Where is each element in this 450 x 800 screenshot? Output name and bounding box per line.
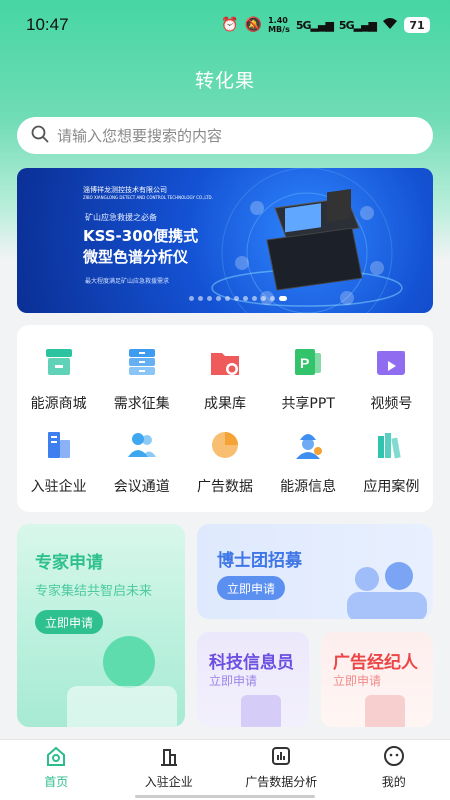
carousel-dot[interactable]	[252, 296, 257, 301]
status-bar: 10:47 ⏰ 🔕 1.40 MB/s 5G▂▄▆ 5G▂▄▆ 71	[0, 0, 450, 50]
drawers-icon	[125, 345, 159, 379]
net-speed: 1.40 MB/s	[268, 16, 290, 34]
alarm-icon: ⏰	[221, 17, 239, 33]
feature-item-label: 视频号	[370, 396, 413, 412]
banner-headline-2: 微型色谱分析仪	[83, 248, 189, 266]
feature-item-label: 入驻企业	[30, 479, 87, 495]
carousel-dot[interactable]	[198, 296, 203, 301]
ad-illustration	[365, 695, 405, 727]
feature-item-label: 成果库	[203, 396, 246, 412]
feature-item-label: 应用案例	[363, 479, 420, 495]
wifi-icon	[382, 17, 398, 34]
nav-item-label: 我的	[381, 775, 406, 789]
feature-item-label: 能源信息	[280, 479, 337, 495]
carousel-dot[interactable]	[243, 296, 248, 301]
store-icon	[42, 345, 76, 379]
profile-icon	[383, 745, 405, 767]
feature-item[interactable]: 成果库	[183, 345, 266, 413]
feature-item[interactable]: 会议通道	[100, 428, 183, 496]
carousel-dot[interactable]	[207, 296, 212, 301]
home-indicator	[135, 795, 315, 798]
promo-banner[interactable]: 淄博祥龙测控技术有限公司 ZIBO XIANGLONG DETECT AND C…	[17, 168, 433, 313]
page-title: 转化果	[194, 70, 255, 92]
signal-2: 5G▂▄▆	[338, 18, 377, 32]
nav-item[interactable]: 广告数据分析	[225, 740, 338, 800]
feature-item[interactable]: 视频号	[350, 345, 433, 413]
feature-item-label: 广告数据	[196, 479, 253, 495]
status-time: 10:47	[26, 15, 69, 34]
carousel-dot[interactable]	[270, 296, 275, 301]
tech-info-card[interactable]: 科技信息员 立即申请	[197, 632, 309, 727]
nav-item-label: 入驻企业	[144, 775, 193, 789]
carousel-dot[interactable]	[216, 296, 221, 301]
carousel-dot[interactable]	[261, 296, 266, 301]
ad-broker-card[interactable]: 广告经纪人 立即申请	[321, 632, 433, 727]
expert-illustration	[67, 636, 177, 727]
team-illustration	[347, 562, 427, 619]
tech-illustration	[241, 695, 281, 727]
users-icon	[125, 428, 159, 462]
carousel-dot[interactable]	[279, 296, 287, 301]
banner-headline-1: KSS-300便携式	[83, 227, 199, 245]
video-icon	[374, 345, 408, 379]
building-icon	[42, 428, 76, 462]
bottom-nav: 首页 入驻企业 广告数据分析 我的	[0, 739, 450, 800]
feature-item[interactable]: 入驻企业	[17, 428, 100, 496]
expert-card-title: 专家申请	[35, 553, 103, 573]
nav-item[interactable]: 首页	[0, 740, 113, 800]
feature-item[interactable]: 能源信息	[267, 428, 350, 496]
feature-item[interactable]: 需求征集	[100, 345, 183, 413]
books-icon	[374, 428, 408, 462]
doctor-recruit-card[interactable]: 博士团招募 立即申请	[197, 524, 433, 619]
tech-card-title: 科技信息员	[209, 653, 294, 673]
doctor-apply-button[interactable]: 立即申请	[217, 576, 286, 600]
building-columns-icon	[158, 745, 180, 767]
search-bar[interactable]	[17, 117, 433, 154]
banner-background-art	[211, 168, 403, 313]
worker-icon	[291, 428, 325, 462]
pie-chart-icon	[208, 428, 242, 462]
feature-row-2: 入驻企业 会议通道 广告数据 能源信息 应用案例	[17, 428, 433, 496]
nav-item-label: 首页	[44, 775, 69, 789]
banner-subline: 最大程度满足矿山应急救援需求	[85, 278, 170, 285]
feature-item-label: 能源商城	[30, 396, 87, 412]
ppt-icon: P	[291, 345, 325, 379]
doctor-card-title: 博士团招募	[217, 551, 302, 571]
signal-1: 5G▂▄▆	[295, 18, 334, 32]
carousel-dots[interactable]	[189, 296, 287, 301]
folder-star-icon	[208, 345, 242, 379]
feature-row-1: 能源商城 需求征集 成果库 P 共享PPT 视频号	[17, 345, 433, 413]
nav-item-label: 广告数据分析	[245, 775, 318, 789]
feature-grid: 能源商城 需求征集 成果库 P 共享PPT 视频号 入驻企业 会议通道 广告数据 能源信息 应用案…	[17, 325, 433, 512]
banner-company: 淄博祥龙测控技术有限公司 ZIBO XIANGLONG DETECT AND C…	[83, 186, 213, 200]
feature-item-label: 需求征集	[113, 396, 170, 412]
expert-apply-card[interactable]: 专家申请 专家集结共智启未来 立即申请	[17, 524, 185, 727]
home-icon	[45, 745, 67, 767]
svg-text:P: P	[300, 355, 309, 371]
carousel-dot[interactable]	[189, 296, 194, 301]
nav-item[interactable]: 入驻企业	[113, 740, 226, 800]
feature-item-label: 共享PPT	[281, 396, 335, 412]
feature-item[interactable]: 应用案例	[350, 428, 433, 496]
feature-item[interactable]: P 共享PPT	[267, 345, 350, 413]
ad-card-title: 广告经纪人	[333, 653, 418, 673]
status-indicators: ⏰ 🔕 1.40 MB/s 5G▂▄▆ 5G▂▄▆ 71	[221, 16, 430, 34]
feature-item[interactable]: 广告数据	[183, 428, 266, 496]
mute-icon: 🔕	[244, 17, 263, 33]
bar-chart-icon	[270, 745, 292, 767]
nav-item[interactable]: 我的	[338, 740, 450, 800]
carousel-dot[interactable]	[225, 296, 230, 301]
banner-tagline: 矿山应急救援之必备	[85, 213, 157, 222]
feature-item-label: 会议通道	[113, 479, 170, 495]
carousel-dot[interactable]	[234, 296, 239, 301]
battery-indicator: 71	[404, 17, 430, 33]
expert-card-subtitle: 专家集结共智启未来	[35, 584, 153, 599]
search-icon	[31, 125, 49, 147]
search-input[interactable]	[57, 126, 397, 145]
feature-item[interactable]: 能源商城	[17, 345, 100, 413]
